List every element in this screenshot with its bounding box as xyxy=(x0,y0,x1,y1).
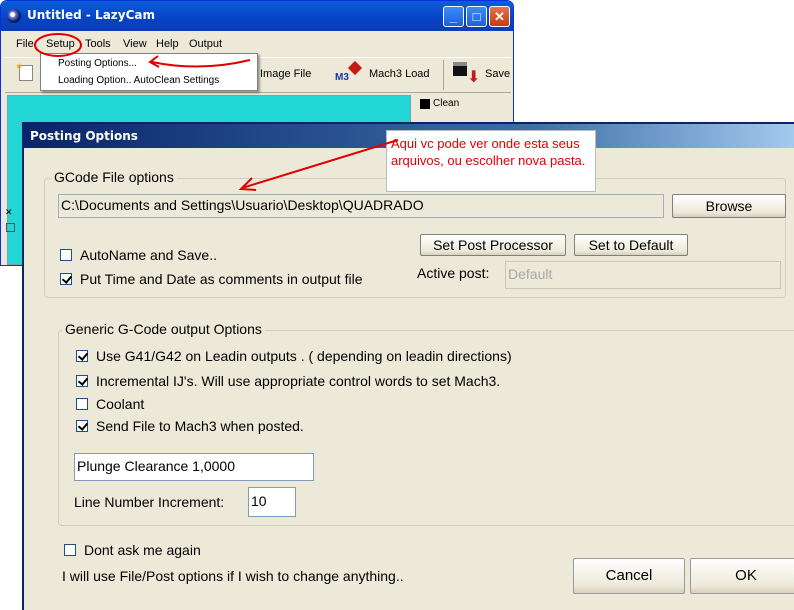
menu-posting-options[interactable]: Posting Options... xyxy=(58,58,137,69)
gcode-path-field[interactable]: C:\Documents and Settings\Usuario\Deskto… xyxy=(58,194,664,218)
g41-g42-checkbox[interactable] xyxy=(76,350,88,362)
incremental-ij-checkbox[interactable] xyxy=(76,375,88,387)
mach3-badge-icon: M3 xyxy=(335,72,349,83)
lazycam-app-icon xyxy=(7,9,21,23)
dialog-title: Posting Options xyxy=(30,129,138,143)
generic-gcode-options-label: Generic G-Code output Options xyxy=(62,321,265,337)
clean-swatch-icon xyxy=(420,99,430,109)
menu-file[interactable]: File xyxy=(16,38,34,50)
send-to-mach3-label: Send File to Mach3 when posted. xyxy=(96,418,304,434)
menu-output[interactable]: Output xyxy=(189,38,222,50)
time-date-checkbox[interactable] xyxy=(60,273,72,285)
send-to-mach3-checkbox[interactable] xyxy=(76,420,88,432)
send-to-mach3-option[interactable]: Send File to Mach3 when posted. xyxy=(76,418,304,434)
dont-ask-checkbox[interactable] xyxy=(64,544,76,556)
coolant-checkbox[interactable] xyxy=(76,398,88,410)
coolant-label: Coolant xyxy=(96,396,145,412)
sparkle-icon: ✶ xyxy=(15,62,24,73)
menu-view[interactable]: View xyxy=(123,38,147,50)
menubar: File Setup Tools View Help Output xyxy=(5,35,511,55)
cancel-button[interactable]: Cancel xyxy=(573,558,685,594)
toolbar-divider xyxy=(443,60,444,90)
g41-g42-label: Use G41/G42 on Leadin outputs . ( depend… xyxy=(96,348,512,364)
set-to-default-button[interactable]: Set to Default xyxy=(574,234,688,256)
menu-setup[interactable]: Setup xyxy=(46,38,75,50)
menu-loading-options[interactable]: Loading Option.. AutoClean Settings xyxy=(58,75,219,86)
menu-help[interactable]: Help xyxy=(156,38,179,50)
dont-ask-option[interactable]: Dont ask me again xyxy=(64,542,201,558)
autoname-checkbox[interactable] xyxy=(60,249,72,261)
annotation-callout: Aqui vc pode ver onde esta seus arquivos… xyxy=(386,130,596,192)
coolant-option[interactable]: Coolant xyxy=(76,396,144,412)
incremental-ij-label: Incremental IJ's. Will use appropriate c… xyxy=(96,373,501,389)
gcode-file-options-label: GCode File options xyxy=(51,169,177,185)
set-post-processor-button[interactable]: Set Post Processor xyxy=(420,234,566,256)
down-arrow-icon: ⬇ xyxy=(467,69,481,86)
plunge-clearance-field[interactable]: Plunge Clearance 1,0000 xyxy=(74,453,314,481)
dont-ask-label: Dont ask me again xyxy=(84,542,201,558)
mach3-load-button[interactable]: Mach3 Load xyxy=(369,68,430,80)
autoname-label: AutoName and Save.. xyxy=(80,247,217,263)
active-post-label: Active post: xyxy=(417,265,490,281)
info-text: I will use File/Post options if I wish t… xyxy=(62,568,404,584)
line-number-increment-label: Line Number Increment: xyxy=(74,494,225,510)
browse-button[interactable]: Browse xyxy=(672,194,786,218)
mdi-restore-icon[interactable] xyxy=(6,223,15,232)
active-post-field: Default xyxy=(505,261,781,289)
maximize-button[interactable]: □ xyxy=(466,6,487,27)
time-date-label: Put Time and Date as comments in output … xyxy=(80,271,363,287)
image-file-button[interactable]: Image File xyxy=(260,68,311,80)
ok-button[interactable]: OK xyxy=(690,558,794,594)
save-button[interactable]: Save xyxy=(485,68,510,80)
setup-dropdown-menu: Posting Options... Loading Option.. Auto… xyxy=(40,53,258,91)
autoname-option[interactable]: AutoName and Save.. xyxy=(60,247,217,263)
mdi-controls: ✕ xyxy=(5,207,21,241)
menu-tools[interactable]: Tools xyxy=(85,38,111,50)
clean-button[interactable]: Clean xyxy=(433,98,459,109)
lazycam-title: Untitled - LazyCam xyxy=(27,8,156,22)
incremental-ij-option[interactable]: Incremental IJ's. Will use appropriate c… xyxy=(76,373,500,389)
mdi-close-icon[interactable]: ✕ xyxy=(5,207,13,218)
g41-g42-option[interactable]: Use G41/G42 on Leadin outputs . ( depend… xyxy=(76,348,512,364)
posting-options-dialog: Posting Options GCode File options C:\Do… xyxy=(22,122,794,610)
minimize-button[interactable]: _ xyxy=(443,6,464,27)
close-button[interactable]: ✕ xyxy=(489,6,510,27)
lazycam-titlebar[interactable]: Untitled - LazyCam _ □ ✕ xyxy=(1,1,513,31)
floppy-disk-icon xyxy=(453,62,467,76)
time-date-option[interactable]: Put Time and Date as comments in output … xyxy=(60,271,362,287)
mach3-load-icon xyxy=(347,60,363,76)
line-number-increment-field[interactable]: 10 xyxy=(248,487,296,517)
